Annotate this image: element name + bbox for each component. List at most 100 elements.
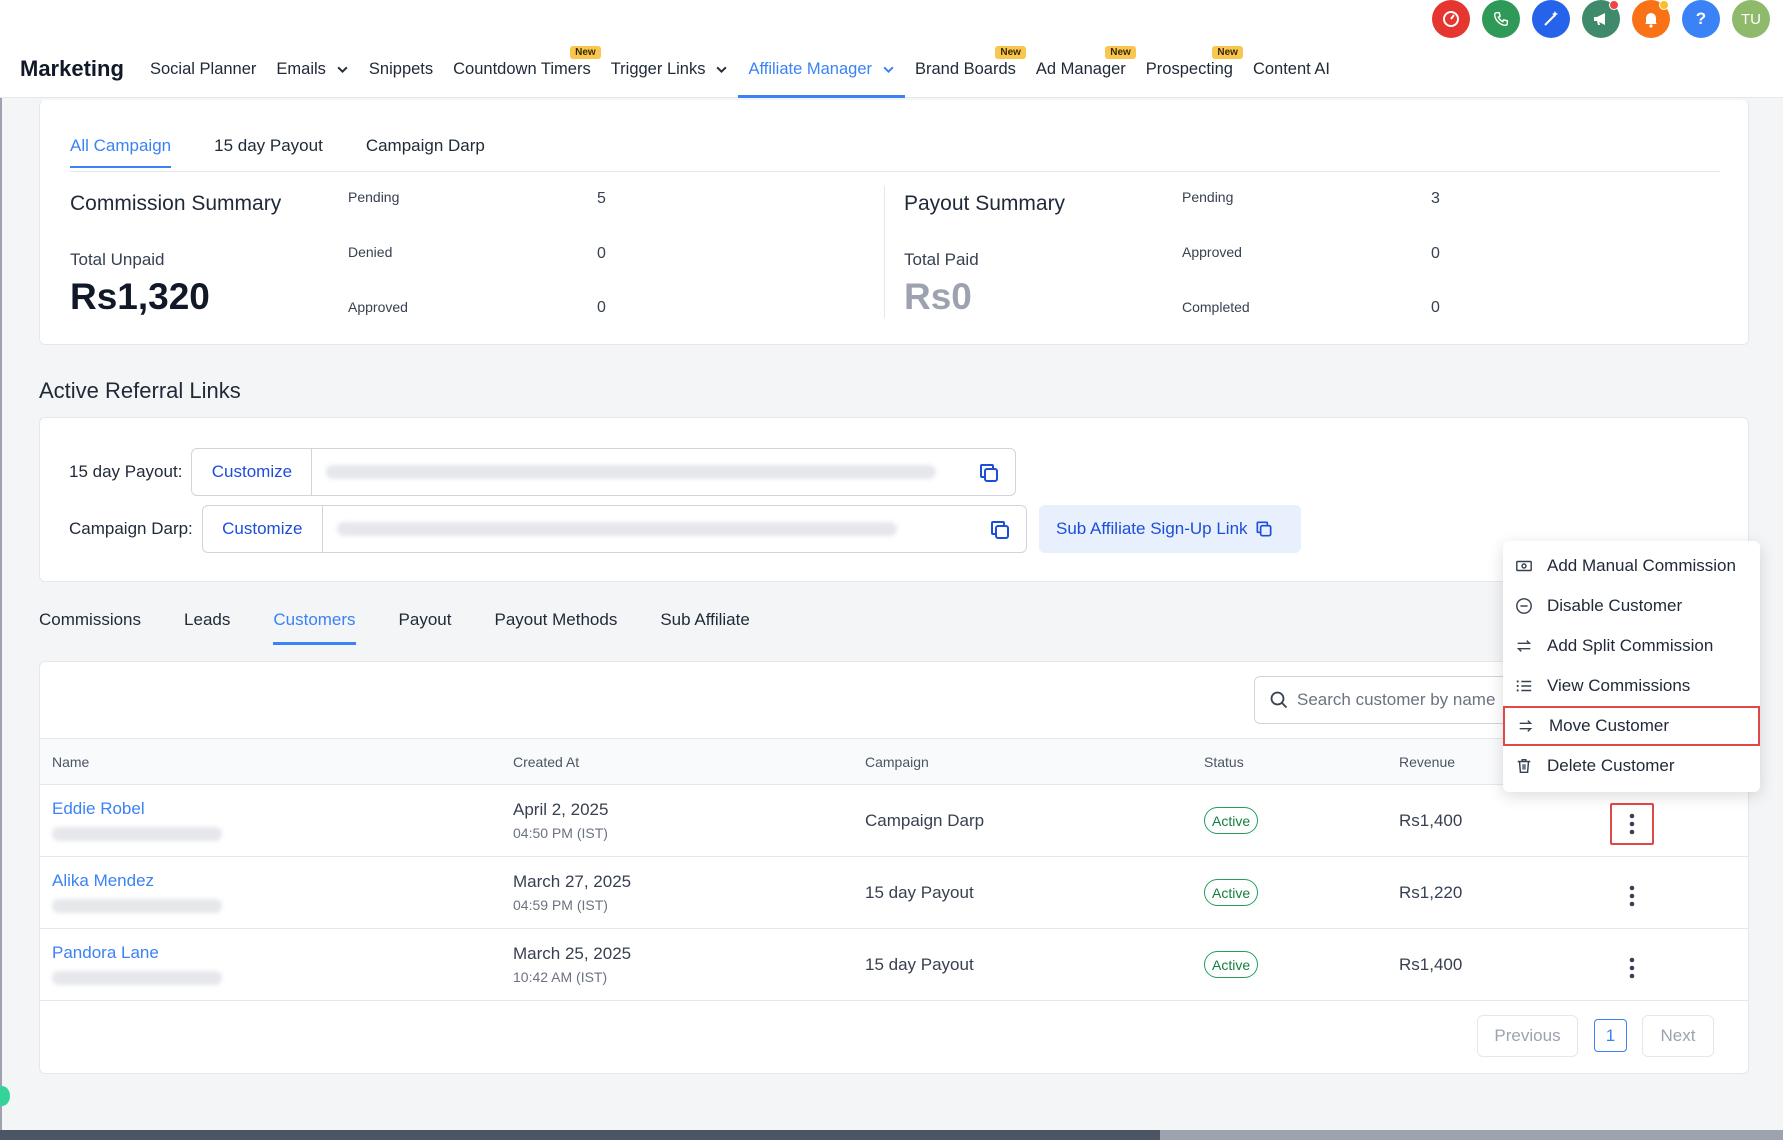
previous-page-button[interactable]: Previous — [1477, 1015, 1578, 1057]
nav-item-snippets[interactable]: Snippets — [359, 52, 443, 98]
money-icon — [1516, 560, 1532, 572]
sub-affiliate-signup-link-button[interactable]: Sub Affiliate Sign-Up Link — [1039, 505, 1301, 553]
table-row: Alika Mendez March 27, 2025 04:59 PM (IS… — [40, 857, 1748, 929]
payout-summary-title: Payout Summary — [904, 192, 1066, 215]
menu-item-view-commissions[interactable]: View Commissions — [1503, 666, 1760, 706]
sparkle-icon[interactable] — [1532, 0, 1570, 38]
tab-all-campaign[interactable]: All Campaign — [70, 136, 172, 168]
tab-customers[interactable]: Customers — [273, 610, 356, 645]
tab-payout-methods[interactable]: Payout Methods — [494, 610, 617, 645]
copy-icon[interactable] — [977, 461, 1001, 485]
trash-icon — [1517, 758, 1531, 774]
tab-payout[interactable]: Payout — [399, 610, 452, 645]
referral-link-label: 15 day Payout: — [69, 462, 183, 481]
menu-item-delete-customer[interactable]: Delete Customer — [1503, 746, 1760, 786]
revenue-cell: Rs1,220 — [1399, 883, 1463, 902]
referral-link-field: Customize — [191, 448, 1017, 496]
nav-label: Social Planner — [150, 60, 257, 78]
customize-button[interactable]: Customize — [203, 506, 323, 552]
main-nav: Social Planner Emails Snippets Countdown… — [140, 46, 1340, 98]
created-date: March 25, 2025 — [513, 944, 632, 963]
more-options-button[interactable] — [1610, 875, 1654, 917]
new-badge: New — [995, 46, 1026, 59]
scrollbar-thumb[interactable] — [1160, 1130, 1783, 1140]
list-icon — [1516, 680, 1532, 692]
created-time: 04:59 PM (IST) — [513, 897, 608, 913]
menu-item-label: Move Customer — [1549, 716, 1669, 735]
nav-item-content-ai[interactable]: Content AI — [1243, 52, 1340, 98]
column-header-status: Status — [1204, 754, 1244, 770]
nav-label: Countdown Timers — [453, 60, 591, 78]
nav-item-affiliate-manager[interactable]: Affiliate Manager — [738, 52, 905, 98]
column-header-name: Name — [52, 754, 90, 770]
notification-dot — [1609, 0, 1619, 10]
menu-item-disable-customer[interactable]: Disable Customer — [1503, 586, 1760, 626]
nav-item-emails[interactable]: Emails — [266, 52, 359, 98]
menu-item-label: Add Manual Commission — [1547, 556, 1736, 575]
referral-link-row: Campaign Darp: Customize — [69, 505, 1027, 553]
campaign-cell: 15 day Payout — [865, 883, 974, 902]
tab-15-day-payout[interactable]: 15 day Payout — [214, 136, 323, 168]
referral-url[interactable] — [312, 449, 1015, 495]
commission-denied-label: Denied — [348, 244, 393, 260]
new-badge: New — [570, 46, 601, 59]
column-header-campaign: Campaign — [865, 754, 929, 770]
menu-item-label: Disable Customer — [1547, 596, 1683, 615]
nav-label: Ad Manager — [1035, 60, 1126, 78]
nav-item-countdown-timers[interactable]: Countdown Timers New — [443, 46, 601, 98]
bell-icon[interactable] — [1632, 0, 1670, 38]
minus-circle-icon — [1516, 598, 1532, 614]
menu-item-add-manual-commission[interactable]: Add Manual Commission — [1503, 546, 1760, 586]
nav-item-ad-manager[interactable]: Ad Manager New — [1026, 46, 1136, 98]
tab-leads[interactable]: Leads — [184, 610, 230, 645]
avatar-icon[interactable]: TU — [1732, 0, 1770, 38]
campaign-tabs: All Campaign 15 day Payout Campaign Darp — [70, 136, 485, 168]
customer-name-link[interactable]: Pandora Lane — [52, 943, 159, 963]
tab-campaign-darp[interactable]: Campaign Darp — [366, 136, 485, 168]
divider — [884, 186, 885, 318]
app-brand: Marketing — [20, 56, 124, 81]
referral-link-field: Customize — [201, 505, 1027, 553]
help-icon[interactable]: ? — [1682, 0, 1720, 38]
payout-approved-label: Approved — [1182, 244, 1242, 260]
customize-button[interactable]: Customize — [192, 449, 313, 495]
more-options-button[interactable] — [1610, 803, 1654, 845]
customer-name-link[interactable]: Alika Mendez — [52, 871, 154, 891]
nav-item-trigger-links[interactable]: Trigger Links — [601, 52, 739, 98]
phone-icon[interactable] — [1482, 0, 1520, 38]
customer-name-link[interactable]: Eddie Robel — [52, 799, 145, 819]
status-badge: Active — [1204, 879, 1259, 906]
blurred-email — [52, 971, 222, 985]
commission-summary-title: Commission Summary — [70, 192, 282, 215]
nav-label: Trigger Links — [610, 60, 706, 78]
referral-link-row: 15 day Payout: Customize — [69, 448, 1017, 496]
chevron-down-icon — [337, 66, 348, 74]
kebab-menu-icon — [1629, 957, 1635, 979]
commission-pending-label: Pending — [348, 189, 400, 205]
tab-commissions[interactable]: Commissions — [39, 610, 141, 645]
menu-item-add-split-commission[interactable]: Add Split Commission — [1503, 626, 1760, 666]
more-options-button[interactable] — [1610, 947, 1654, 989]
blurred-email — [52, 899, 222, 913]
page-number-button[interactable]: 1 — [1594, 1019, 1627, 1052]
next-page-button[interactable]: Next — [1642, 1015, 1714, 1057]
column-header-revenue: Revenue — [1399, 754, 1456, 770]
nav-item-prospecting[interactable]: Prospecting New — [1136, 46, 1243, 98]
table-row: Pandora Lane March 25, 2025 10:42 AM (IS… — [40, 929, 1748, 1001]
column-header-created-at: Created At — [513, 754, 580, 770]
nav-item-brand-boards[interactable]: Brand Boards New — [905, 46, 1026, 98]
bottom-scrollbar[interactable] — [0, 1130, 1783, 1140]
campaign-cell: Campaign Darp — [865, 811, 985, 830]
kebab-menu-icon — [1629, 813, 1635, 835]
referral-url[interactable] — [323, 506, 1026, 552]
tab-sub-affiliate[interactable]: Sub Affiliate — [660, 610, 749, 645]
nav-label: Prospecting — [1145, 60, 1233, 78]
copy-icon[interactable] — [988, 518, 1012, 542]
dashboard-icon[interactable] — [1432, 0, 1470, 38]
top-icon-bar: ? TU — [1432, 0, 1770, 38]
customer-actions-menu: Add Manual Commission Disable Customer A… — [1503, 541, 1760, 792]
megaphone-icon[interactable] — [1582, 0, 1620, 38]
menu-item-move-customer[interactable]: Move Customer — [1503, 706, 1760, 746]
nav-item-social-planner[interactable]: Social Planner — [140, 52, 266, 98]
sub-affiliate-label: Sub Affiliate Sign-Up Link — [1056, 519, 1248, 538]
